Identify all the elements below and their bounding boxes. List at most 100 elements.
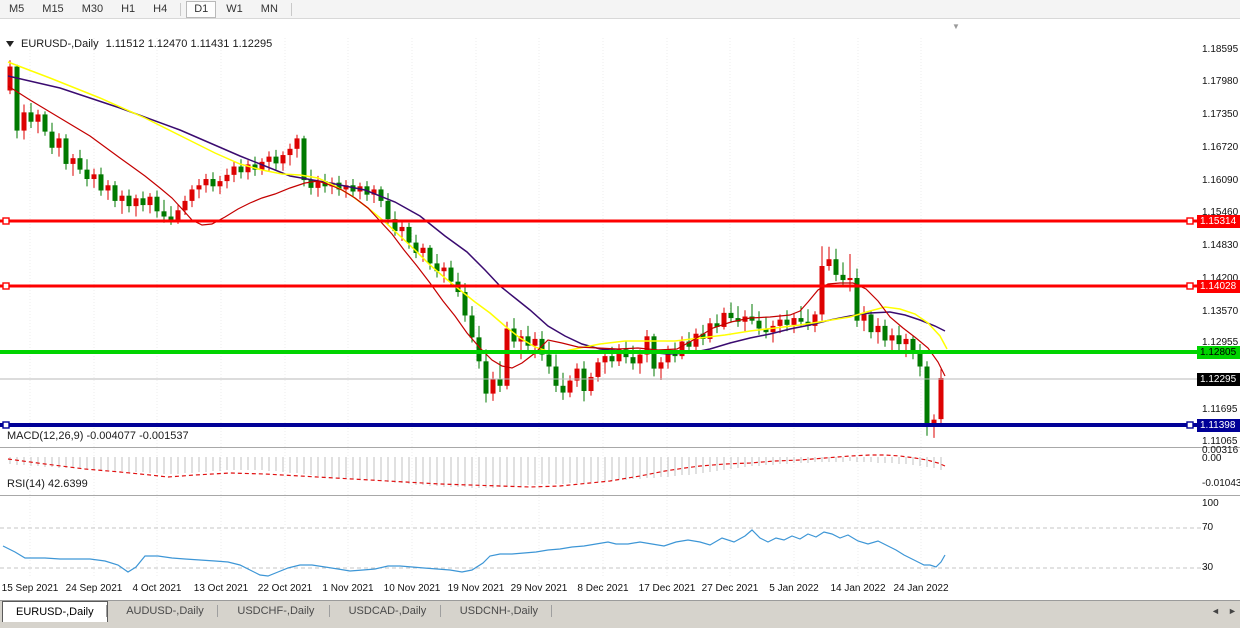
line-handle[interactable] xyxy=(3,283,9,289)
axis-price-label: 0.00 xyxy=(1202,453,1240,464)
candle-body xyxy=(85,170,90,179)
candle-body xyxy=(134,198,139,206)
candle-body xyxy=(883,326,888,341)
line-handle[interactable] xyxy=(3,422,9,428)
price-badge: 1.12295 xyxy=(1197,373,1240,386)
tab-scroll-right-icon[interactable]: ► xyxy=(1228,606,1237,616)
chart-shift-marker-icon[interactable]: ▼ xyxy=(952,22,960,31)
candle-body xyxy=(148,197,153,205)
timeframe-button-d1[interactable]: D1 xyxy=(186,1,216,18)
candle-body xyxy=(428,248,433,264)
axis-price-label: 30 xyxy=(1202,562,1240,573)
timeframe-button-m5[interactable]: M5 xyxy=(1,1,32,18)
candle-body xyxy=(848,278,853,280)
axis-date-label: 24 Sep 2021 xyxy=(66,583,123,594)
chart-canvas[interactable] xyxy=(0,18,1240,600)
candle-body xyxy=(897,335,902,344)
chart-tab-usdcnh[interactable]: USDCNH-,Daily xyxy=(447,602,551,620)
candle-body xyxy=(729,313,734,318)
candle-body xyxy=(288,149,293,155)
line-handle[interactable] xyxy=(1187,422,1193,428)
candle-body xyxy=(120,196,125,201)
candle-body xyxy=(155,197,160,212)
tab-separator xyxy=(217,605,218,617)
candle-body xyxy=(22,112,27,130)
candle-body xyxy=(505,328,510,385)
axis-date-label: 27 Dec 2021 xyxy=(702,583,759,594)
axis-price-label: 1.16090 xyxy=(1202,175,1240,186)
timeframe-button-m15[interactable]: M15 xyxy=(34,1,71,18)
candle-body xyxy=(631,357,636,363)
candle-body xyxy=(841,275,846,280)
candle-body xyxy=(78,158,83,169)
axis-date-label: 22 Oct 2021 xyxy=(258,583,312,594)
line-handle[interactable] xyxy=(3,218,9,224)
timeframe-toolbar: M5M15M30H1H4 D1W1MN xyxy=(0,0,1240,19)
toolbar-separator xyxy=(291,3,292,16)
candle-body xyxy=(904,339,909,344)
candle-body xyxy=(71,158,76,164)
candle-body xyxy=(225,175,230,181)
price-badge: 1.12805 xyxy=(1197,346,1240,359)
axis-price-label: 1.17350 xyxy=(1202,109,1240,120)
chart-tab-audusd[interactable]: AUDUSD-,Daily xyxy=(113,602,217,620)
candle-body xyxy=(218,181,223,186)
candle-body xyxy=(470,315,475,337)
axis-date-label: 19 Nov 2021 xyxy=(448,583,505,594)
timeframe-button-h4[interactable]: H4 xyxy=(145,1,175,18)
axis-price-label: 70 xyxy=(1202,522,1240,533)
timeframe-button-w1[interactable]: W1 xyxy=(218,1,251,18)
axis-date-label: 29 Nov 2021 xyxy=(511,583,568,594)
chart-tab-usdchf[interactable]: USDCHF-,Daily xyxy=(224,602,327,620)
chart-tab-usdcad[interactable]: USDCAD-,Daily xyxy=(336,602,440,620)
candle-body xyxy=(533,339,538,346)
line-handle[interactable] xyxy=(1187,218,1193,224)
axis-price-label: 1.18595 xyxy=(1202,44,1240,55)
candle-body xyxy=(918,353,923,367)
rsi-indicator-label: RSI(14) 42.6399 xyxy=(7,478,88,490)
line-handle[interactable] xyxy=(1187,283,1193,289)
candle-body xyxy=(568,381,573,393)
candle-body xyxy=(792,318,797,325)
candle-body xyxy=(582,369,587,391)
candle-body xyxy=(92,174,97,179)
axis-date-label: 10 Nov 2021 xyxy=(384,583,441,594)
candle-body xyxy=(869,314,874,332)
toolbar-separator xyxy=(180,3,181,16)
timeframe-button-mn[interactable]: MN xyxy=(253,1,286,18)
axis-price-label: -0.01043 xyxy=(1202,478,1240,489)
candle-body xyxy=(610,356,615,361)
chart-area[interactable]: EURUSD-,Daily 1.11512 1.12470 1.11431 1.… xyxy=(0,18,1240,600)
candle-body xyxy=(113,185,118,201)
rsi-line xyxy=(3,530,945,576)
candle-body xyxy=(64,138,69,164)
candle-body xyxy=(925,367,930,425)
candle-body xyxy=(659,362,664,368)
candle-body xyxy=(211,179,216,186)
date-axis: 15 Sep 202124 Sep 20214 Oct 202113 Oct 2… xyxy=(0,578,1240,600)
symbol-dropdown-icon[interactable] xyxy=(6,41,14,47)
timeframe-button-m30[interactable]: M30 xyxy=(74,1,111,18)
candle-body xyxy=(407,227,412,243)
axis-date-label: 1 Nov 2021 xyxy=(322,583,373,594)
candle-body xyxy=(421,248,426,253)
ohlc-values: 1.11512 1.12470 1.11431 1.12295 xyxy=(106,38,273,50)
candle-body xyxy=(939,378,944,419)
symbol-name: EURUSD-,Daily xyxy=(21,38,99,50)
candle-body xyxy=(785,320,790,325)
candle-body xyxy=(484,361,489,393)
axis-price-label: 1.16720 xyxy=(1202,142,1240,153)
candle-body xyxy=(386,201,391,219)
candle-body xyxy=(99,174,104,190)
chart-tab-eurusd[interactable]: EURUSD-,Daily xyxy=(2,601,108,622)
candle-body xyxy=(890,335,895,340)
candle-body xyxy=(183,201,188,210)
candle-body xyxy=(57,138,62,147)
tab-scroll-left-icon[interactable]: ◄ xyxy=(1211,606,1220,616)
candle-body xyxy=(106,185,111,190)
timeframe-button-h1[interactable]: H1 xyxy=(113,1,143,18)
candle-body xyxy=(15,67,20,131)
candle-body xyxy=(596,362,601,377)
axis-date-label: 17 Dec 2021 xyxy=(639,583,696,594)
candle-body xyxy=(274,157,279,164)
